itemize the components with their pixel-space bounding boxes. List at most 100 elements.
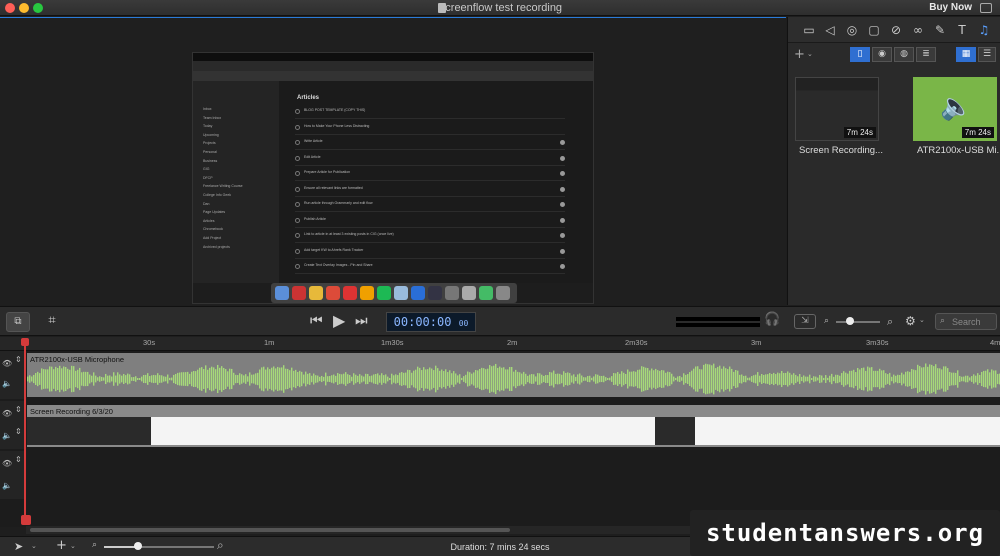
- track-resize-icon[interactable]: ⇕: [15, 455, 22, 464]
- filter-audio-icon[interactable]: ◍: [894, 47, 914, 62]
- track-resize-icon[interactable]: ⇕: [15, 405, 22, 414]
- waveform-bar: [849, 370, 851, 388]
- zoom-in-icon[interactable]: ⌕: [887, 315, 893, 329]
- video-properties-icon[interactable]: ▭: [801, 22, 817, 38]
- slider-knob[interactable]: [846, 317, 854, 325]
- waveform-bar: [575, 376, 577, 382]
- chevron-down-icon[interactable]: ⌄: [807, 50, 813, 58]
- eye-icon[interactable]: 👁: [2, 359, 12, 368]
- text-tool-icon[interactable]: T: [954, 22, 970, 38]
- waveform-bar: [979, 374, 981, 384]
- audio-clip[interactable]: ATR2100x-USB Microphone: [27, 353, 1000, 397]
- gear-icon[interactable]: ⚙: [905, 314, 916, 328]
- waveform-bar: [387, 376, 389, 382]
- waveform-bar: [569, 373, 571, 385]
- play-button[interactable]: ▶: [333, 311, 345, 330]
- zoom-out-icon[interactable]: ⌕: [824, 316, 829, 326]
- waveform-bar: [917, 364, 919, 394]
- preview-task: How to Make Your Phone Less Distracting: [295, 123, 565, 135]
- text-icon[interactable]: ✎: [932, 22, 948, 38]
- waveform-bar: [729, 366, 731, 392]
- scrollbar-thumb[interactable]: [30, 528, 510, 532]
- recording-preview[interactable]: Inbox Team Inbox Today Upcoming Projects Pers…: [192, 52, 594, 304]
- grid-view-icon[interactable]: ▦: [956, 47, 976, 62]
- waveform-bar: [285, 368, 287, 390]
- add-media-icon[interactable]: +: [794, 47, 805, 62]
- media-label: ATR2100x-USB Mi...: [917, 145, 1000, 156]
- waveform-bar: [339, 373, 341, 385]
- waveform-bar: [919, 366, 921, 392]
- waveform-bar: [703, 364, 705, 394]
- preview-tabbar: [193, 61, 593, 71]
- import-media-icon[interactable]: ⇲: [794, 314, 816, 329]
- waveform-bar: [911, 368, 913, 390]
- rewind-button[interactable]: ⏮: [310, 313, 323, 329]
- sidebar-toggle-icon[interactable]: [980, 3, 992, 13]
- filter-all-icon[interactable]: ▯: [850, 47, 870, 62]
- waveform-bar: [541, 374, 543, 384]
- waveform-bar: [609, 377, 611, 381]
- media-library-panel: ▭ ◁ ◎ ▢ ⊘ ∞ ✎ T ♫ + ⌄ ▯ ◉ ◍ ≣ ▦ ☰ 7m 24s…: [787, 17, 1000, 305]
- video-clip[interactable]: Screen Recording 6/3/20: [27, 405, 1000, 447]
- search-field[interactable]: ⌕ Search: [935, 313, 997, 330]
- playhead-handle[interactable]: [21, 515, 31, 525]
- waveform-bar: [265, 369, 267, 389]
- filter-video-icon[interactable]: ◉: [872, 47, 892, 62]
- canvas-area[interactable]: Inbox Team Inbox Today Upcoming Projects Pers…: [0, 17, 786, 305]
- waveform-bar: [831, 373, 833, 385]
- preview-sidebar-item: Upcoming: [203, 132, 219, 137]
- media-library-icon[interactable]: ♫: [976, 22, 992, 38]
- timeline[interactable]: 👁 🔈 ⇕ 👁 🔈 ⇕ ⇕ 👁 🔈 ⇕ ATR2100x-USB Microph…: [0, 351, 1000, 527]
- media-duration: 7m 24s: [843, 127, 876, 138]
- annotations-icon[interactable]: ∞: [910, 22, 926, 38]
- speaker-icon[interactable]: 🔈: [2, 379, 12, 388]
- timeline-ruler[interactable]: 30s 1m 1m30s 2m 2m30s 3m 3m30s 4m: [0, 337, 1000, 351]
- waveform-bar: [181, 372, 183, 386]
- waveform-bar: [477, 370, 479, 388]
- screen-recording-icon[interactable]: ◎: [844, 22, 860, 38]
- waveform-bar: [55, 366, 57, 392]
- eye-icon[interactable]: 👁: [2, 459, 12, 468]
- thumbnail-size-slider[interactable]: [836, 321, 880, 323]
- waveform-bar: [121, 375, 123, 383]
- chevron-down-icon[interactable]: ⌄: [919, 316, 925, 324]
- waveform-bar: [613, 373, 615, 385]
- waveform-bar: [883, 370, 885, 388]
- crop-icon[interactable]: ⌗: [40, 312, 64, 332]
- headphones-icon[interactable]: 🎧: [764, 312, 780, 327]
- waveform-bar: [261, 367, 263, 391]
- waveform-bar: [539, 373, 541, 385]
- track-resize-icon[interactable]: ⇕: [15, 427, 22, 436]
- waveform-bar: [429, 367, 431, 391]
- callout-icon[interactable]: ▢: [866, 22, 882, 38]
- media-item-audio[interactable]: 🔈 7m 24s: [913, 77, 997, 141]
- waveform-bar: [861, 367, 863, 391]
- filter-image-icon[interactable]: ≣: [916, 47, 936, 62]
- media-item-video[interactable]: 7m 24s: [795, 77, 879, 141]
- buy-now-button[interactable]: Buy Now: [929, 2, 972, 13]
- waveform-bar: [307, 373, 309, 385]
- multi-select-icon[interactable]: ⧉: [6, 312, 30, 332]
- waveform-bar: [279, 367, 281, 391]
- waveform-bar: [101, 376, 103, 382]
- speaker-icon[interactable]: 🔈: [2, 431, 12, 440]
- playhead-handle[interactable]: [21, 338, 29, 346]
- eye-icon[interactable]: 👁: [2, 409, 12, 418]
- fast-forward-button[interactable]: ⏭: [355, 313, 368, 329]
- waveform-bar: [375, 373, 377, 385]
- waveform-bar: [421, 370, 423, 388]
- waveform-bar: [459, 374, 461, 384]
- touch-callout-icon[interactable]: ⊘: [888, 22, 904, 38]
- waveform-bar: [961, 376, 963, 382]
- list-view-icon[interactable]: ☰: [978, 47, 996, 62]
- waveform-bar: [669, 372, 671, 386]
- waveform-bar: [197, 369, 199, 389]
- playhead[interactable]: [24, 339, 26, 525]
- waveform-bar: [103, 377, 105, 381]
- audio-properties-icon[interactable]: ◁: [822, 22, 838, 38]
- speaker-icon[interactable]: 🔈: [2, 481, 12, 490]
- waveform-bar: [579, 373, 581, 385]
- track-resize-icon[interactable]: ⇕: [15, 355, 22, 364]
- waveform-bar: [43, 369, 45, 389]
- waveform-bar: [175, 373, 177, 385]
